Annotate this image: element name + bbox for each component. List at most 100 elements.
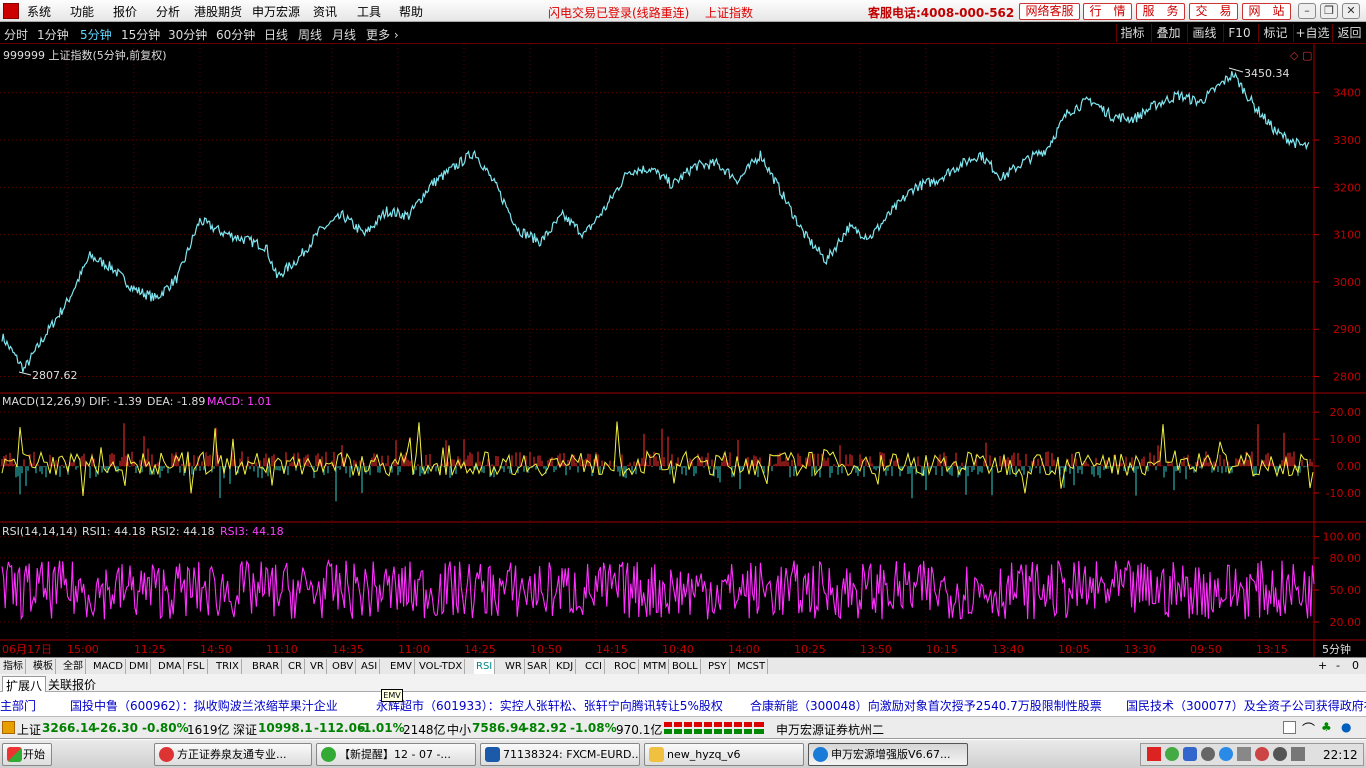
- tool-back-button[interactable]: 返回: [1332, 24, 1366, 42]
- tray-icon[interactable]: [1255, 747, 1269, 761]
- window-icon[interactable]: [1283, 721, 1296, 734]
- menu-system[interactable]: 系统: [27, 3, 51, 20]
- tray-icon[interactable]: [1201, 747, 1215, 761]
- indicator-tab-trix[interactable]: TRIX: [214, 659, 242, 674]
- period-1min[interactable]: 1分钟: [37, 26, 69, 43]
- indicator-tab-cr[interactable]: CR: [286, 659, 305, 674]
- menu-info[interactable]: 资讯: [313, 3, 337, 20]
- macd-y-label: 10.00: [1330, 433, 1362, 446]
- indicator-tab-模板[interactable]: 模板: [31, 659, 56, 674]
- restore-icon[interactable]: ❐: [1320, 3, 1338, 19]
- bluetooth-icon[interactable]: [1219, 747, 1233, 761]
- related-quote-tab[interactable]: 关联报价: [48, 676, 96, 693]
- tool-overlay-button[interactable]: 叠加: [1151, 24, 1185, 42]
- indicator-tab-emv[interactable]: EMV: [388, 659, 415, 674]
- tray-icon[interactable]: [1165, 747, 1179, 761]
- volume-icon[interactable]: [1291, 747, 1305, 761]
- start-button[interactable]: 开始: [2, 743, 52, 766]
- indicator-tab-wr[interactable]: WR: [503, 659, 525, 674]
- browser-icon: [321, 747, 336, 762]
- ticker-item[interactable]: 主部门: [0, 697, 36, 714]
- minimize-icon[interactable]: –: [1298, 3, 1316, 19]
- task-item[interactable]: 【新提醒】12 - 07 -...: [316, 743, 476, 766]
- online-service-button[interactable]: 网络客服: [1019, 3, 1080, 20]
- price-y-label: 3000: [1333, 276, 1361, 289]
- indicator-tab-vol-tdx[interactable]: VOL-TDX: [417, 659, 466, 674]
- kline-chart-svg[interactable]: 999999 上证指数(5分钟,前复权) ◇ ▢ 3400 3300 3200 310…: [0, 44, 1366, 657]
- period-more[interactable]: 更多 ›: [366, 26, 399, 43]
- period-30min[interactable]: 30分钟: [168, 26, 207, 43]
- period-weekly[interactable]: 周线: [298, 26, 322, 43]
- period-timeshare[interactable]: 分时: [4, 26, 28, 43]
- indicator-tab-mtm[interactable]: MTM: [641, 659, 670, 674]
- zoom-out-icon[interactable]: -: [1336, 659, 1340, 672]
- ticker-item[interactable]: 合康新能（300048）向激励对象首次授予2540.7万股限制性股票: [750, 697, 1102, 714]
- zx-name: 中小: [447, 723, 472, 737]
- indicator-tab-mcst[interactable]: MCST: [735, 659, 769, 674]
- tool-add-watchlist-button[interactable]: +自选: [1293, 24, 1331, 42]
- menu-tools[interactable]: 工具: [357, 3, 381, 20]
- website-button[interactable]: 网 站: [1242, 3, 1291, 20]
- period-60min[interactable]: 60分钟: [216, 26, 255, 43]
- tool-f10-button[interactable]: F10: [1223, 24, 1255, 42]
- zoom-in-icon[interactable]: +: [1318, 659, 1327, 672]
- indicator-tab-kdj[interactable]: KDJ: [554, 659, 577, 674]
- period-daily[interactable]: 日线: [264, 26, 288, 43]
- close-icon[interactable]: ✕: [1342, 3, 1360, 19]
- x-tick-label: 10:40: [662, 643, 694, 656]
- indicator-tab-asi[interactable]: ASI: [359, 659, 381, 674]
- indicator-tab-dmi[interactable]: DMI: [127, 659, 152, 674]
- indicator-tab-指标[interactable]: 指标: [1, 659, 26, 674]
- tray-icon[interactable]: [1147, 747, 1161, 761]
- wifi-icon[interactable]: ⌒: [1302, 719, 1315, 738]
- chart-area[interactable]: 999999 上证指数(5分钟,前复权) ◇ ▢ 3400 3300 3200 310…: [0, 44, 1366, 657]
- tree-icon[interactable]: ♣: [1321, 720, 1332, 734]
- indicator-tab-brar[interactable]: BRAR: [250, 659, 283, 674]
- indicator-tab-dma[interactable]: DMA: [156, 659, 185, 674]
- news-ticker[interactable]: 主部门 国投中鲁（600962）：拟收购波兰浓缩苹果汁企业 永辉超市（60193…: [0, 692, 1366, 717]
- network-icon[interactable]: [1237, 747, 1251, 761]
- indicator-tab-全部[interactable]: 全部: [61, 659, 86, 674]
- indicator-tab-macd[interactable]: MACD: [91, 659, 126, 674]
- period-15min[interactable]: 15分钟: [121, 26, 160, 43]
- tray-icon[interactable]: [1273, 747, 1287, 761]
- menu-help[interactable]: 帮助: [399, 3, 423, 20]
- reset-icon[interactable]: 0: [1352, 659, 1359, 672]
- tray-icon[interactable]: [1183, 747, 1197, 761]
- ticker-item[interactable]: 永辉超市（601933）：实控人张轩松、张轩宁向腾讯转让5%股权: [376, 697, 723, 714]
- period-5min[interactable]: 5分钟: [80, 26, 112, 43]
- indicator-tab-roc[interactable]: ROC: [612, 659, 639, 674]
- indicator-tab-vr[interactable]: VR: [308, 659, 327, 674]
- indicator-tab-fsl[interactable]: FSL: [185, 659, 208, 674]
- ticker-item[interactable]: 国民技术（300077）及全资子公司获得政府补: [1126, 697, 1366, 714]
- market-button[interactable]: 行 情: [1083, 3, 1132, 20]
- sh-value: 3266.14: [42, 721, 97, 735]
- indicator-tab-sar[interactable]: SAR: [525, 659, 551, 674]
- macd-y-label: -10.00: [1326, 487, 1361, 500]
- tool-indicator-button[interactable]: 指标: [1116, 24, 1148, 42]
- task-item[interactable]: 方正证券泉友通专业...: [154, 743, 312, 766]
- tool-draw-button[interactable]: 画线: [1187, 24, 1221, 42]
- indicator-tab-boll[interactable]: BOLL: [670, 659, 701, 674]
- service-button[interactable]: 服 务: [1136, 3, 1185, 20]
- menu-swhy[interactable]: 申万宏源: [252, 3, 300, 20]
- indicator-tab-rsi[interactable]: RSI: [474, 659, 496, 674]
- tool-mark-button[interactable]: 标记: [1258, 24, 1292, 42]
- task-item-active[interactable]: 申万宏源增强版V6.67...: [808, 743, 968, 766]
- indicator-tab-obv[interactable]: OBV: [330, 659, 357, 674]
- menu-hk-futures[interactable]: 港股期货: [194, 3, 242, 20]
- menu-function[interactable]: 功能: [70, 3, 94, 20]
- menu-quote[interactable]: 报价: [113, 3, 137, 20]
- indicator-tab-cci[interactable]: CCI: [583, 659, 605, 674]
- indicator-tab-psy[interactable]: PSY: [706, 659, 730, 674]
- expand-icon[interactable]: ◇ ▢: [1290, 49, 1312, 62]
- task-item[interactable]: 71138324: FXCM-EURD...: [480, 743, 640, 766]
- x-tick-label: 06月17日: [2, 643, 52, 656]
- windows-logo-icon: [7, 747, 22, 762]
- menu-analysis[interactable]: 分析: [156, 3, 180, 20]
- ticker-item[interactable]: 国投中鲁（600962）：拟收购波兰浓缩苹果汁企业: [70, 697, 338, 714]
- period-monthly[interactable]: 月线: [332, 26, 356, 43]
- task-item[interactable]: new_hyzq_v6: [644, 743, 804, 766]
- info-icon[interactable]: ●: [1341, 720, 1351, 734]
- trade-button[interactable]: 交 易: [1189, 3, 1238, 20]
